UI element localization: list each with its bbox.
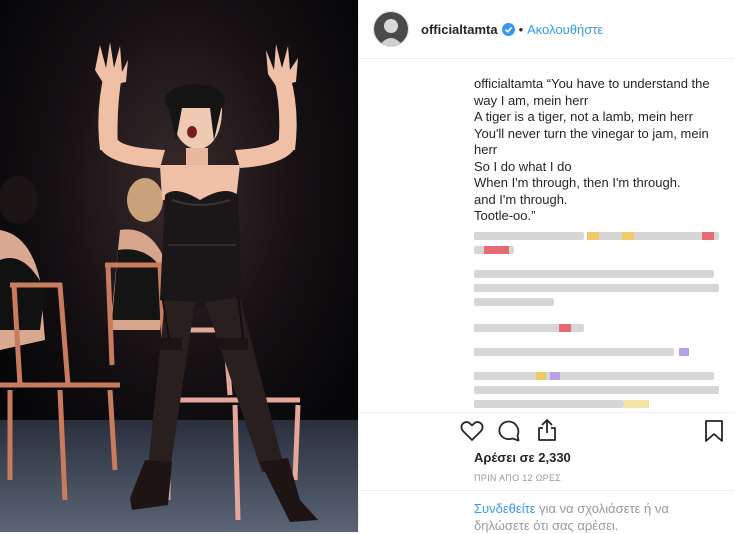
caption-text-0: “You have to understand the (546, 76, 710, 91)
caption-line-6: When I'm through, then I'm through. (474, 175, 681, 190)
post-header: officialtamta • Ακολουθήστε (359, 0, 735, 59)
bookmark-icon[interactable] (704, 419, 724, 443)
share-icon[interactable] (536, 418, 558, 442)
separator-dot: • (518, 21, 524, 37)
caption-line-5: So I do what I do (474, 158, 572, 174)
avatar-image (374, 12, 408, 46)
caption-line-3: You'll never turn the vinegar to jam, me… (474, 125, 709, 141)
login-text-2: δηλώσετε ότι σας αρέσει. (474, 518, 619, 533)
caption-line-7: and I'm through. (474, 191, 568, 207)
post-photo[interactable] (0, 0, 358, 532)
follow-button[interactable]: Ακολουθήστε (527, 22, 603, 37)
instagram-post: officialtamta • Ακολουθήστε officialtamt… (0, 0, 735, 533)
comment-icon[interactable] (497, 419, 521, 443)
likes-count[interactable]: Αρέσει σε 2,330 (474, 450, 571, 465)
login-text: Συνδεθείτε για να σχολιάσετε ή να δηλώσε… (474, 500, 724, 534)
caption: officialtamta “You have to understand th… (474, 76, 724, 225)
blurred-comments (474, 228, 724, 413)
post-sidebar: officialtamta • Ακολουθήστε officialtamt… (358, 0, 735, 533)
login-link[interactable]: Συνδεθείτε (474, 501, 536, 516)
performer-photo (0, 0, 358, 532)
caption-line-8: Tootle-oo.” (474, 208, 536, 223)
caption-line-4: herr (474, 142, 498, 157)
blurred-comment-list (474, 232, 719, 408)
verified-badge-icon (501, 22, 515, 36)
post-timestamp[interactable]: ΠΡΙΝ ΑΠΟ 12 ΩΡΕΣ (474, 473, 561, 483)
caption-line-2: A tiger is a tiger, not a lamb, mein her… (474, 109, 693, 124)
login-prompt: Συνδεθείτε για να σχολιάσετε ή να δηλώσε… (359, 490, 735, 533)
avatar[interactable] (373, 11, 409, 47)
caption-line-1: way I am, mein herr (474, 92, 589, 108)
caption-username[interactable]: officialtamta (474, 76, 543, 91)
action-bar (359, 412, 735, 447)
username-link[interactable]: officialtamta (421, 22, 498, 37)
login-text-1: για να σχολιάσετε ή να (535, 501, 669, 516)
heart-icon[interactable] (460, 420, 484, 442)
caption-line-0: officialtamta “You have to understand th… (474, 76, 724, 93)
